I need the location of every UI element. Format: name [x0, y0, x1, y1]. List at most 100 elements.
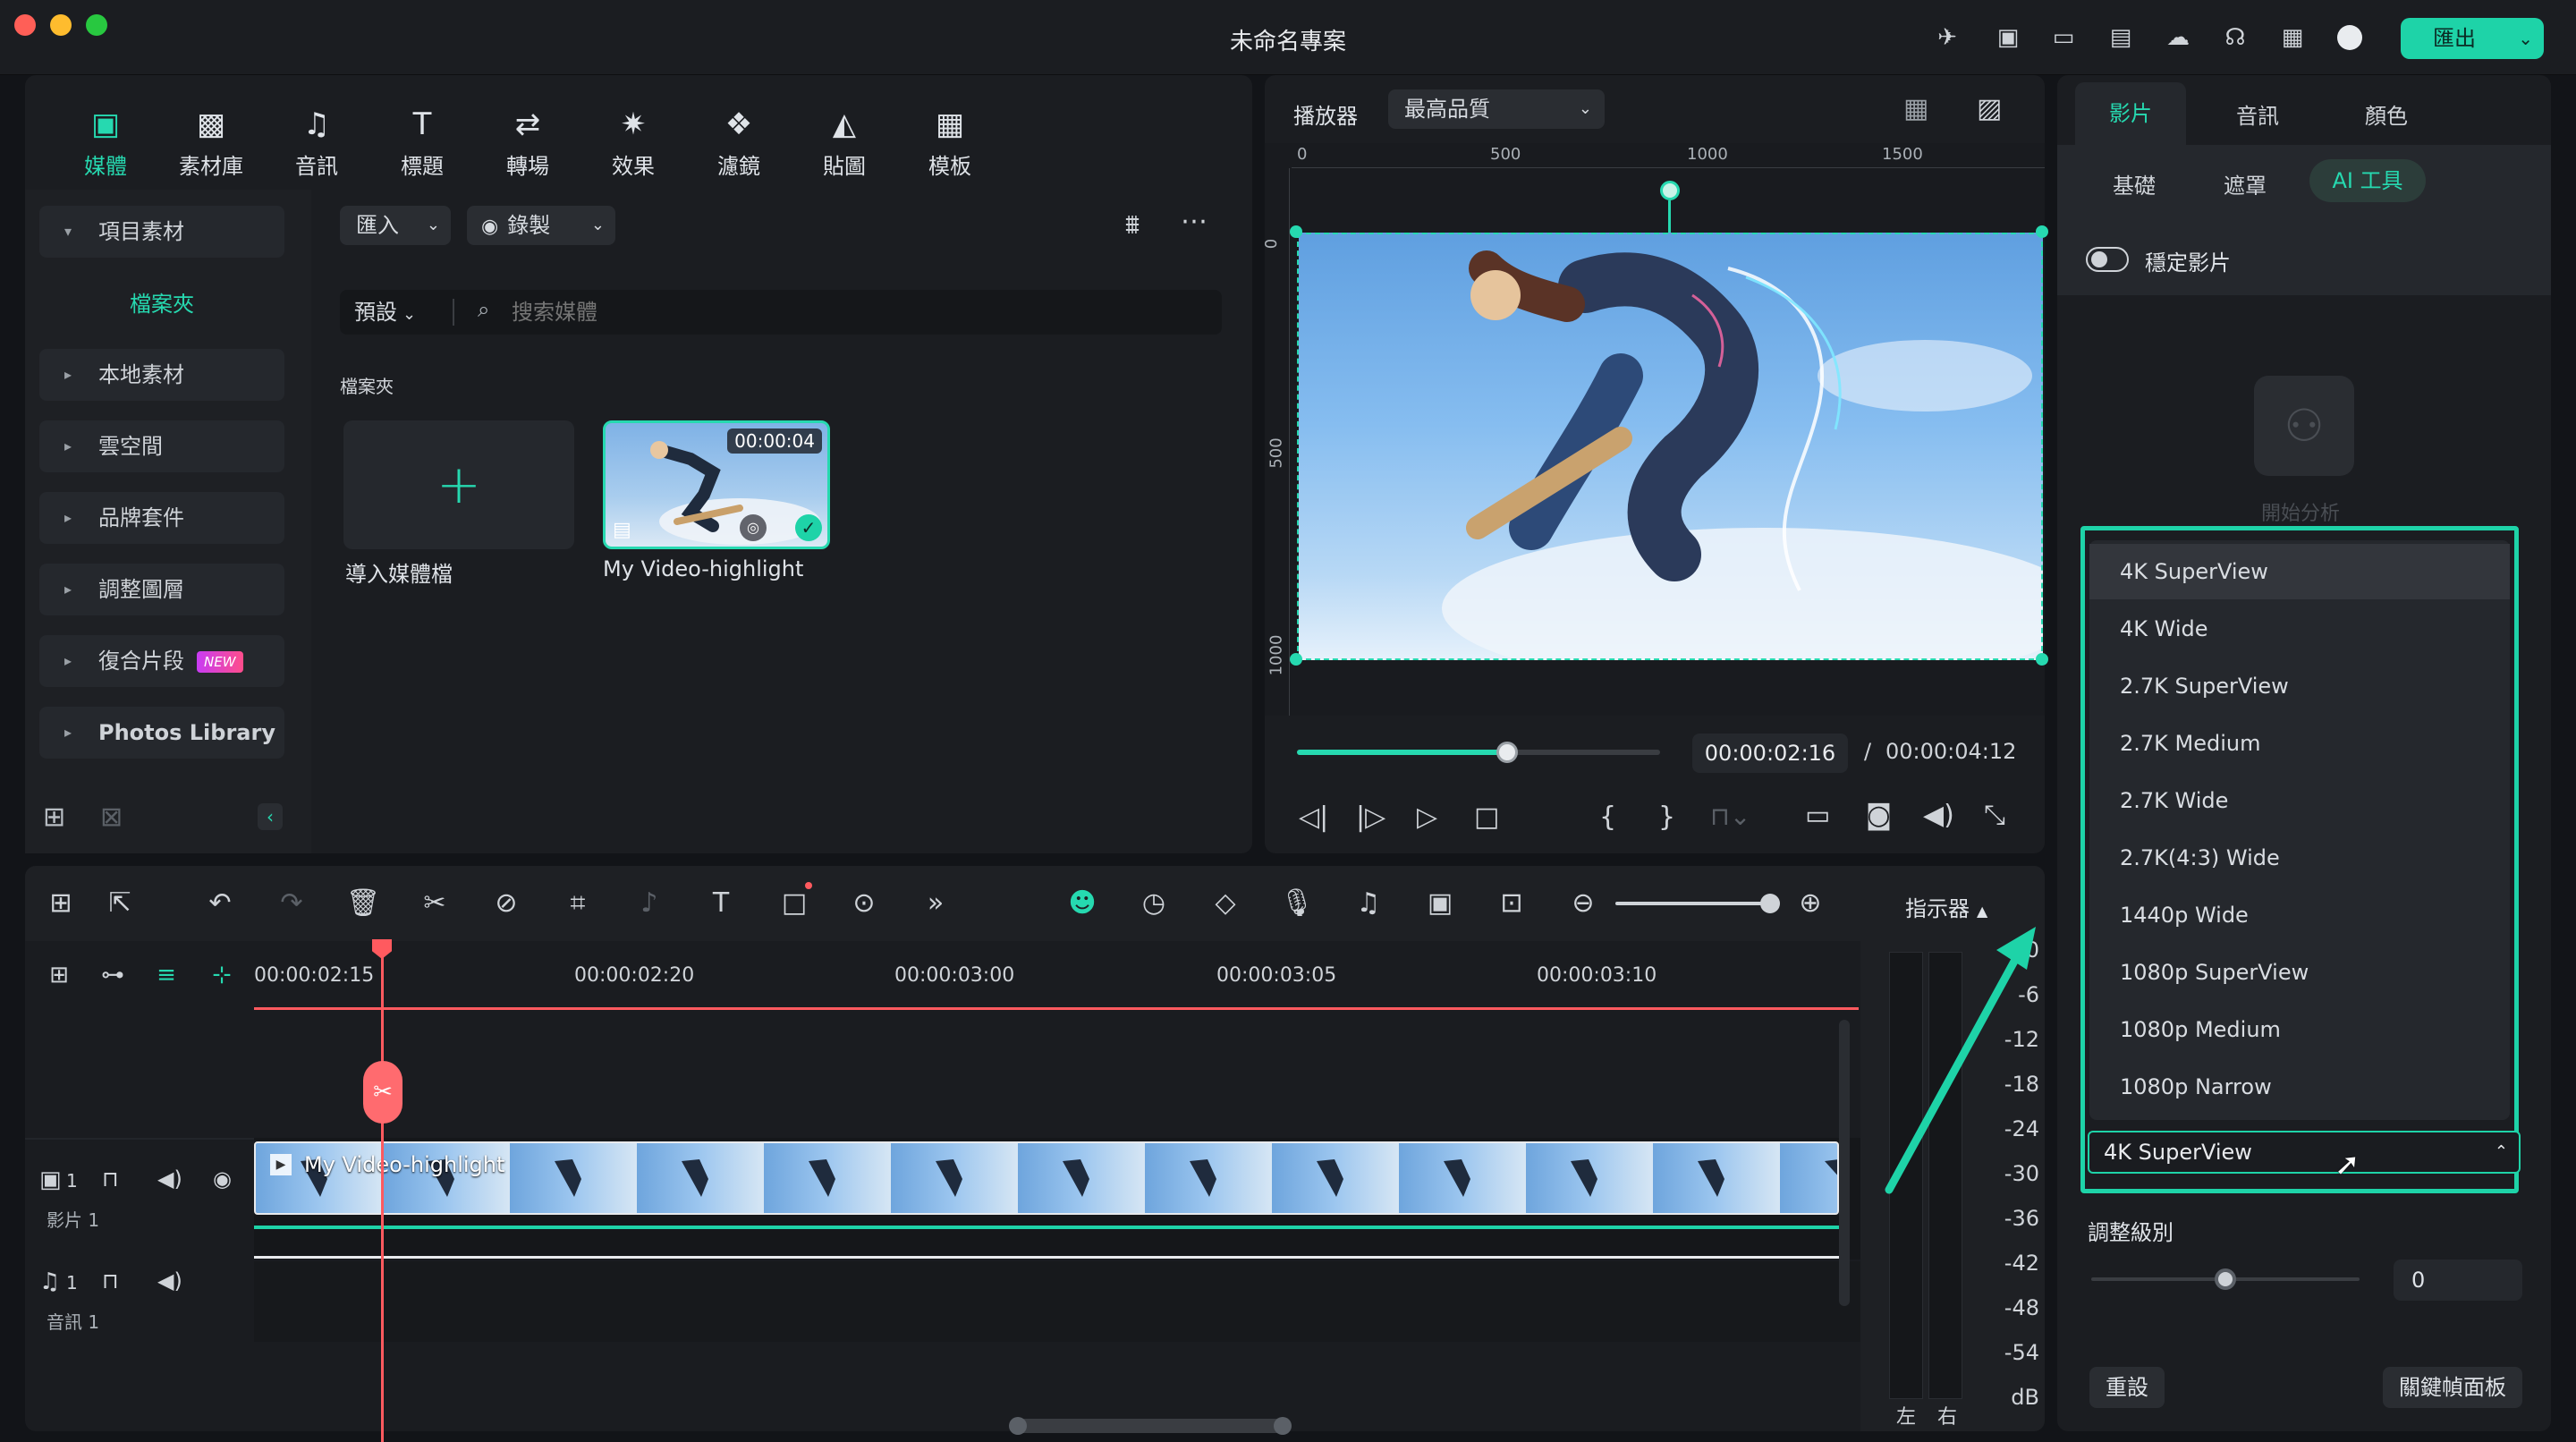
microphone-icon[interactable]: 🎙 [1279, 886, 1315, 921]
volume-icon[interactable]: ◀) [1923, 800, 1954, 831]
camera-icon[interactable]: ◙ [1866, 800, 1892, 831]
selection-frame[interactable] [1297, 233, 2043, 660]
sidebar-item-local[interactable]: ▸ 本地素材 [39, 349, 284, 401]
speed-icon[interactable]: ◷ [1136, 886, 1172, 921]
marker-icon[interactable]: ◇ [1208, 886, 1243, 921]
send-icon[interactable]: ✈ [1934, 25, 1961, 50]
corner-handle[interactable] [2036, 225, 2048, 238]
prev-frame-icon[interactable]: ◁| [1299, 802, 1328, 833]
zoom-out-icon[interactable]: ⊖ [1565, 886, 1601, 921]
speaker-icon[interactable]: ◀) [157, 1268, 182, 1294]
corner-handle[interactable] [1290, 653, 1302, 666]
tab-stickers[interactable]: ◭ 貼圖 [807, 106, 882, 180]
reset-button[interactable]: 重設 [2089, 1367, 2165, 1408]
more-options-icon[interactable]: ⋯ [1181, 206, 1208, 237]
sidebar-item-photos[interactable]: ▸ Photos Library [39, 707, 284, 759]
text-tool-icon[interactable]: T [703, 886, 739, 921]
tab-effects[interactable]: ✷ 效果 [596, 106, 671, 180]
stabilize-toggle[interactable] [2086, 247, 2129, 272]
timeline-vscroll[interactable] [1839, 1020, 1850, 1306]
sidebar-item-adjustment[interactable]: ▸ 調整圖層 [39, 564, 284, 615]
grid-apps-icon[interactable]: ▦ [2279, 25, 2306, 50]
search-input[interactable] [512, 295, 1191, 329]
sidebar-item-project[interactable]: ▾ 項目素材 [39, 206, 284, 258]
split-scissor-button[interactable]: ✂ [363, 1061, 402, 1124]
save-icon[interactable]: ▤ [2107, 25, 2134, 50]
tab-media[interactable]: ▣ 媒體 [68, 106, 143, 180]
chevron-down-icon[interactable]: ⌄ [2518, 18, 2533, 59]
dropdown-option[interactable]: 1080p Narrow [2120, 1059, 2508, 1115]
zoom-thumb[interactable] [1760, 894, 1780, 913]
eye-icon[interactable]: ◉ [213, 1166, 232, 1192]
import-media-card[interactable]: + [343, 420, 574, 549]
dropdown-option[interactable]: 2.7K SuperView [2120, 658, 2508, 714]
zoom-slider[interactable] [1615, 894, 1780, 913]
add-track-icon[interactable]: ⊞ [41, 957, 77, 993]
tab-titles[interactable]: T 標題 [385, 106, 460, 180]
tab-transitions[interactable]: ⇄ 轉場 [490, 106, 565, 180]
corner-handle[interactable] [2036, 653, 2048, 666]
layout-icon[interactable]: ▭ [2050, 25, 2077, 50]
dropdown-option[interactable]: 1080p SuperView [2120, 945, 2508, 1000]
quality-dropdown[interactable]: 最高品質 ⌄ [1388, 89, 1605, 129]
snap-icon[interactable]: ⊹ [204, 957, 240, 993]
adjust-level-input[interactable]: 0 [2394, 1260, 2522, 1301]
playback-track[interactable] [1297, 742, 1660, 763]
screen-record-icon[interactable]: ▣ [1422, 886, 1458, 921]
record-dropdown[interactable]: ◉ 錄製 ⌄ [467, 206, 615, 245]
fullscreen-icon[interactable]: ⤡ [1984, 800, 2005, 831]
export-button[interactable]: 匯出 ⌄ [2401, 18, 2544, 59]
rotate-handle[interactable] [1660, 181, 1680, 200]
subtab-ai-tools[interactable]: AI 工具 [2309, 159, 2426, 202]
sidebar-item-brand[interactable]: ▸ 品牌套件 [39, 492, 284, 544]
ai-robot-icon[interactable]: ☻ [1064, 886, 1100, 921]
analyze-icon[interactable]: ⚇ [2254, 376, 2354, 476]
select-cursor-icon[interactable]: ⇱ [102, 886, 138, 921]
new-folder-icon[interactable]: ⊞ [43, 802, 65, 833]
delete-icon[interactable]: 🗑 [345, 886, 381, 921]
tab-templates[interactable]: ▦ 模板 [912, 106, 987, 180]
headset-icon[interactable]: ☊ [2222, 25, 2249, 50]
shape-icon[interactable]: □ [776, 886, 812, 921]
sidebar-item-compound[interactable]: ▸ 復合片段 NEW [39, 635, 284, 687]
timeline-hscroll[interactable] [1009, 1417, 1292, 1435]
dropdown-option[interactable]: 2.7K(4:3) Wide [2120, 830, 2508, 886]
track-layout-icon[interactable]: ≡ [148, 957, 184, 993]
tab-filters[interactable]: ❖ 濾鏡 [701, 106, 776, 180]
media-clip-thumbnail[interactable]: 00:00:04 ▤ ◎ ✓ [603, 420, 830, 549]
dropdown-option[interactable]: 4K SuperView [2120, 544, 2508, 599]
image-icon[interactable]: ▨ [1977, 93, 2002, 124]
lock-icon[interactable]: ⊓ [102, 1166, 119, 1192]
speaker-icon[interactable]: ◀) [157, 1166, 182, 1192]
account-card-icon[interactable]: ▣ [1995, 25, 2021, 50]
sidebar-item-cloud[interactable]: ▸ 雲空間 [39, 420, 284, 472]
corner-handle[interactable] [1290, 225, 1302, 238]
filter-sort-icon[interactable]: ⩩ [1125, 209, 1140, 241]
zoom-in-icon[interactable]: ⊕ [1792, 886, 1828, 921]
remove-folder-icon[interactable]: ⊠ [100, 802, 123, 833]
sidebar-folder[interactable]: 檔案夾 [39, 279, 284, 329]
cut-icon[interactable]: ✂ [417, 886, 453, 921]
cloud-upload-icon[interactable]: ☁ [2165, 25, 2191, 50]
mark-out-icon[interactable]: } [1658, 802, 1675, 833]
keyframe-panel-button[interactable]: 關鍵幀面板 [2383, 1367, 2522, 1408]
subtab-basic[interactable]: 基礎 [2113, 168, 2156, 199]
more-tools-icon[interactable]: » [918, 886, 953, 921]
grid-view-icon[interactable]: ▦ [1903, 93, 1928, 124]
adjust-level-slider[interactable] [2091, 1268, 2360, 1290]
crop-icon[interactable]: ⌗ [560, 886, 596, 921]
tab-color[interactable]: 顏色 [2365, 98, 2408, 130]
layout-grid-icon[interactable]: ⊞ [43, 886, 79, 921]
avatar[interactable] [2336, 25, 2363, 50]
meter-dropdown[interactable]: 指示器 ▲ [1905, 891, 1987, 922]
adjust-level-thumb[interactable] [2215, 1268, 2236, 1290]
fit-timeline-icon[interactable]: ⊡ [1494, 886, 1530, 921]
dropdown-option[interactable]: 2.7K Wide [2120, 773, 2508, 828]
dropdown-option[interactable]: 1440p Wide [2120, 887, 2508, 943]
import-dropdown[interactable]: 匯入 ⌄ [340, 206, 451, 245]
detach-icon[interactable]: ⊘ [488, 886, 524, 921]
tab-stock[interactable]: ▩ 素材庫 [174, 106, 249, 180]
dropdown-option[interactable]: 4K Wide [2120, 601, 2508, 657]
dropdown-option[interactable]: 1080p Medium [2120, 1002, 2508, 1057]
stop-icon[interactable]: □ [1474, 802, 1499, 833]
